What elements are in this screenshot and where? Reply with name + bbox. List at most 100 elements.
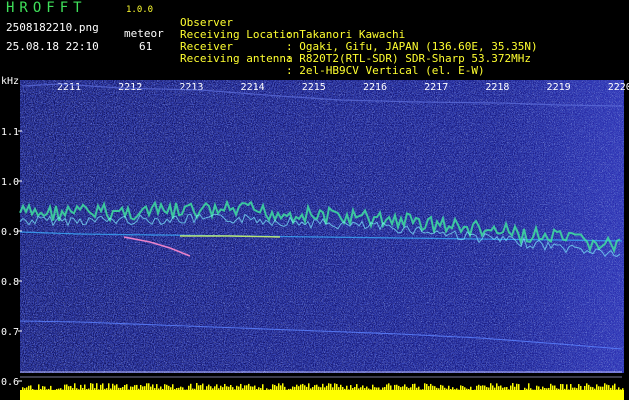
level-spike	[116, 384, 118, 394]
level-spike	[398, 385, 400, 394]
y-tick-label: 0.9	[1, 227, 19, 238]
level-spike	[34, 389, 36, 394]
level-spike	[148, 383, 150, 394]
level-spike	[194, 388, 196, 394]
level-spike	[444, 387, 446, 394]
level-spike	[44, 386, 46, 394]
level-spike	[234, 389, 236, 394]
level-spike	[476, 385, 478, 394]
level-spike	[94, 388, 96, 394]
level-spike	[362, 385, 364, 394]
level-spike	[428, 386, 430, 394]
level-spike	[358, 388, 360, 394]
level-spike	[246, 385, 248, 394]
level-spike	[612, 385, 614, 394]
level-spike	[276, 386, 278, 394]
level-spike	[364, 388, 366, 394]
x-tick-label: 2213	[179, 82, 203, 93]
level-spike	[368, 388, 370, 394]
level-spike	[410, 387, 412, 394]
level-spike	[54, 389, 56, 394]
level-spike	[404, 384, 406, 394]
level-spike	[70, 385, 72, 394]
level-spike	[140, 385, 142, 394]
level-spike	[494, 387, 496, 394]
level-spike	[132, 386, 134, 394]
level-spike	[308, 383, 310, 394]
level-spike	[618, 387, 620, 394]
level-spike	[80, 384, 82, 394]
level-spike	[108, 383, 110, 394]
level-spike	[268, 389, 270, 394]
level-spike	[60, 388, 62, 394]
level-spike	[394, 384, 396, 394]
level-spike	[144, 386, 146, 394]
level-spike	[76, 388, 78, 394]
level-spike	[84, 384, 86, 394]
app-version: 1.0.0	[126, 5, 154, 15]
y-tick-label: 0.8	[1, 277, 19, 288]
level-spike	[542, 386, 544, 394]
level-spike	[270, 389, 272, 394]
level-spike	[56, 388, 58, 394]
x-tick-label: 2217	[424, 82, 448, 93]
y-tick-label: 1.1	[1, 127, 19, 138]
level-spike	[190, 383, 192, 394]
level-spike	[32, 389, 34, 394]
level-spike	[232, 387, 234, 394]
level-spike	[590, 386, 592, 394]
level-spike	[536, 385, 538, 394]
level-spike	[258, 387, 260, 394]
level-spike	[160, 386, 162, 394]
level-spike	[156, 384, 158, 394]
level-spike	[606, 384, 608, 394]
level-spike	[372, 384, 374, 394]
x-tick-label: 2215	[302, 82, 326, 93]
level-spike	[374, 387, 376, 394]
level-spike	[134, 385, 136, 394]
level-spike	[424, 383, 426, 394]
x-tick-label: 2214	[241, 82, 265, 93]
level-spike	[574, 387, 576, 394]
level-spike	[560, 384, 562, 394]
level-spike	[388, 383, 390, 394]
level-spike	[228, 386, 230, 394]
level-spike	[124, 385, 126, 394]
level-spike	[586, 383, 588, 394]
level-spike	[48, 388, 50, 394]
level-spike	[96, 383, 98, 394]
level-spike	[182, 387, 184, 394]
level-spike	[22, 387, 24, 394]
level-spike	[118, 387, 120, 394]
level-spike	[304, 385, 306, 394]
level-spike	[384, 387, 386, 394]
y-tick-label: 0.6	[1, 377, 19, 388]
level-spike	[318, 386, 320, 394]
level-spike	[534, 389, 536, 394]
level-spike	[198, 385, 200, 394]
level-spike	[578, 384, 580, 394]
level-spike	[382, 387, 384, 394]
level-spike	[264, 389, 266, 394]
level-spike	[28, 385, 30, 394]
level-spike	[504, 387, 506, 394]
level-spike	[142, 386, 144, 394]
level-spike	[100, 384, 102, 394]
level-spike	[24, 388, 26, 394]
level-spike	[610, 387, 612, 394]
level-spike	[422, 389, 424, 394]
level-spike	[128, 389, 130, 394]
level-spike	[150, 386, 152, 394]
level-spike	[92, 383, 94, 394]
level-spike	[550, 383, 552, 394]
level-spike	[86, 389, 88, 394]
level-spike	[520, 389, 522, 394]
level-spike	[120, 387, 122, 394]
level-spike	[468, 389, 470, 394]
y-axis: kHz 1.1 1.0 0.9 0.8 0.7 0.6	[1, 76, 22, 388]
level-spike	[546, 388, 548, 394]
level-spike	[214, 386, 216, 394]
level-spike	[208, 384, 210, 394]
level-spike	[434, 386, 436, 394]
level-spike	[328, 383, 330, 394]
